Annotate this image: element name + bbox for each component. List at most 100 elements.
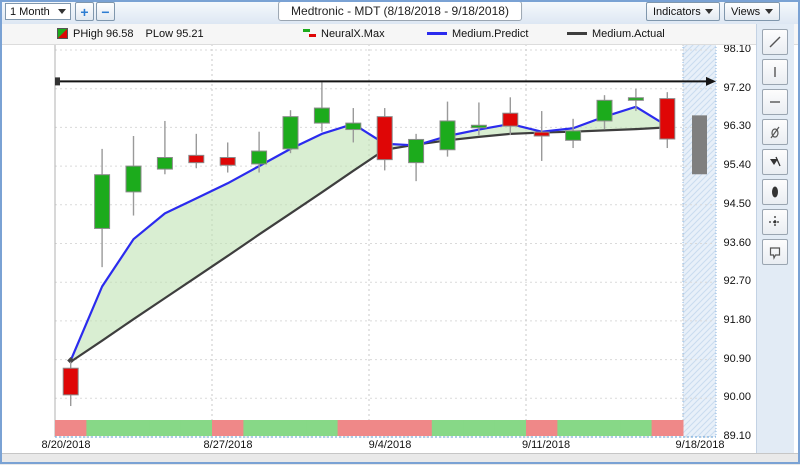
neuralx-icon <box>303 29 316 38</box>
sentiment-segment <box>526 420 558 436</box>
ellipse-tool-button[interactable] <box>762 179 788 205</box>
pen-tool-button[interactable] <box>762 149 788 175</box>
candle <box>659 92 676 149</box>
candle-body <box>94 174 111 229</box>
callout-tool-button[interactable] <box>762 239 788 265</box>
views-label: Views <box>731 5 761 18</box>
x-axis-label: 9/4/2018 <box>368 439 412 451</box>
candle <box>408 133 425 182</box>
sentiment-segment <box>494 420 527 436</box>
candle-body <box>659 98 676 140</box>
chevron-down-icon <box>705 9 713 14</box>
x-axis-label: 9/11/2018 <box>521 439 571 451</box>
predict-label: Medium.Predict <box>452 27 529 40</box>
legend-item-phigh-plow[interactable]: PHigh 96.58 PLow 95.21 <box>57 27 204 40</box>
crosshair-tool-button[interactable] <box>762 209 788 235</box>
candle-body <box>62 367 79 396</box>
y-axis-label: 90.00 <box>723 391 751 404</box>
chart-title: Medtronic - MDT (8/18/2018 - 9/18/2018) <box>278 1 522 21</box>
horizontal-scrollbar[interactable] <box>0 453 800 465</box>
candle <box>188 133 205 169</box>
trend-line-tool-button[interactable] <box>762 29 788 55</box>
x-axis-label: 8/27/2018 <box>203 439 253 451</box>
range-select[interactable]: 1 Month <box>5 3 71 20</box>
y-axis-label: 96.30 <box>723 120 751 133</box>
candle-body <box>219 157 236 166</box>
legend-item-actual[interactable]: Medium.Actual <box>567 27 665 40</box>
neuralx-label: NeuralX.Max <box>321 27 385 40</box>
y-axis-label: 94.50 <box>723 197 751 210</box>
candle-body <box>282 116 299 150</box>
candle <box>94 148 111 268</box>
y-axis-label: 95.40 <box>723 159 751 172</box>
sentiment-segment <box>588 420 621 436</box>
candle <box>439 101 456 157</box>
y-axis-label: 91.80 <box>723 313 751 326</box>
y-axis-label: 90.90 <box>723 352 751 365</box>
annotation-handle[interactable] <box>55 77 60 86</box>
y-axis: 98.10 97.20 96.30 95.40 94.50 93.60 92.70 91.80… <box>716 0 754 464</box>
pencil-off-tool-button[interactable] <box>762 119 788 145</box>
legend-item-neuralx[interactable]: NeuralX.Max <box>303 27 385 40</box>
candle-body <box>502 112 519 127</box>
candle-body <box>125 165 142 193</box>
candle-body <box>533 131 550 137</box>
sentiment-segment <box>149 420 182 436</box>
candle-body <box>345 122 362 131</box>
vertical-line-tool-button[interactable] <box>762 59 788 85</box>
candle-body <box>565 130 582 141</box>
views-button[interactable]: Views <box>724 2 780 21</box>
y-axis-label: 92.70 <box>723 275 751 288</box>
sentiment-segment <box>212 420 244 436</box>
prediction-range-bar <box>692 115 707 175</box>
candle <box>282 110 299 154</box>
sentiment-segment <box>400 420 433 436</box>
price-chart[interactable] <box>0 0 800 464</box>
zoom-in-button[interactable]: + <box>75 2 94 21</box>
forecast-band <box>683 44 716 437</box>
actual-line-icon <box>567 32 587 35</box>
legend-bar: PHigh 96.58 PLow 95.21 NeuralX.Max Mediu… <box>0 24 800 45</box>
sentiment-segment <box>180 420 213 436</box>
horizontal-line-tool-button[interactable] <box>762 89 788 115</box>
phigh-label: PHigh 96.58 <box>73 27 134 40</box>
candle <box>533 111 550 161</box>
candle-body <box>408 138 425 164</box>
candle-body <box>470 124 487 129</box>
candle <box>565 118 582 149</box>
predict-line-icon <box>427 32 447 35</box>
sentiment-segment <box>86 420 119 436</box>
candle-body <box>156 157 173 170</box>
candle-body <box>627 97 644 101</box>
candle <box>125 136 142 216</box>
sentiment-segment <box>117 420 150 436</box>
candle-body <box>313 107 330 124</box>
indicators-button[interactable]: Indicators <box>646 2 720 21</box>
actual-label: Medium.Actual <box>592 27 665 40</box>
zoom-out-button[interactable]: − <box>96 2 115 21</box>
y-axis-label: 97.20 <box>723 81 751 94</box>
sentiment-segment <box>463 420 496 436</box>
candle-body <box>439 120 456 151</box>
range-select-value: 1 Month <box>10 5 50 18</box>
sentiment-segment <box>620 420 653 436</box>
drawing-toolbar <box>756 24 794 453</box>
candle <box>376 108 393 171</box>
sentiment-segment <box>274 420 307 436</box>
x-axis-label: 8/20/2018 <box>41 439 91 451</box>
legend-item-predict[interactable]: Medium.Predict <box>427 27 528 40</box>
candle <box>313 82 330 132</box>
x-axis: 8/20/2018 8/27/2018 9/4/2018 9/11/2018 9/18/… <box>0 439 800 453</box>
chevron-down-icon <box>58 9 66 14</box>
y-axis-label: 93.60 <box>723 236 751 249</box>
sentiment-segment <box>557 420 590 436</box>
sentiment-segment <box>55 420 87 436</box>
indicators-label: Indicators <box>653 5 701 18</box>
candle <box>156 120 173 175</box>
candle-body <box>376 116 393 161</box>
chevron-down-icon <box>765 9 773 14</box>
sentiment-segment <box>243 420 276 436</box>
x-axis-label: 9/18/2018 <box>675 439 725 451</box>
plow-label: PLow 95.21 <box>145 27 204 40</box>
candle <box>219 142 236 173</box>
